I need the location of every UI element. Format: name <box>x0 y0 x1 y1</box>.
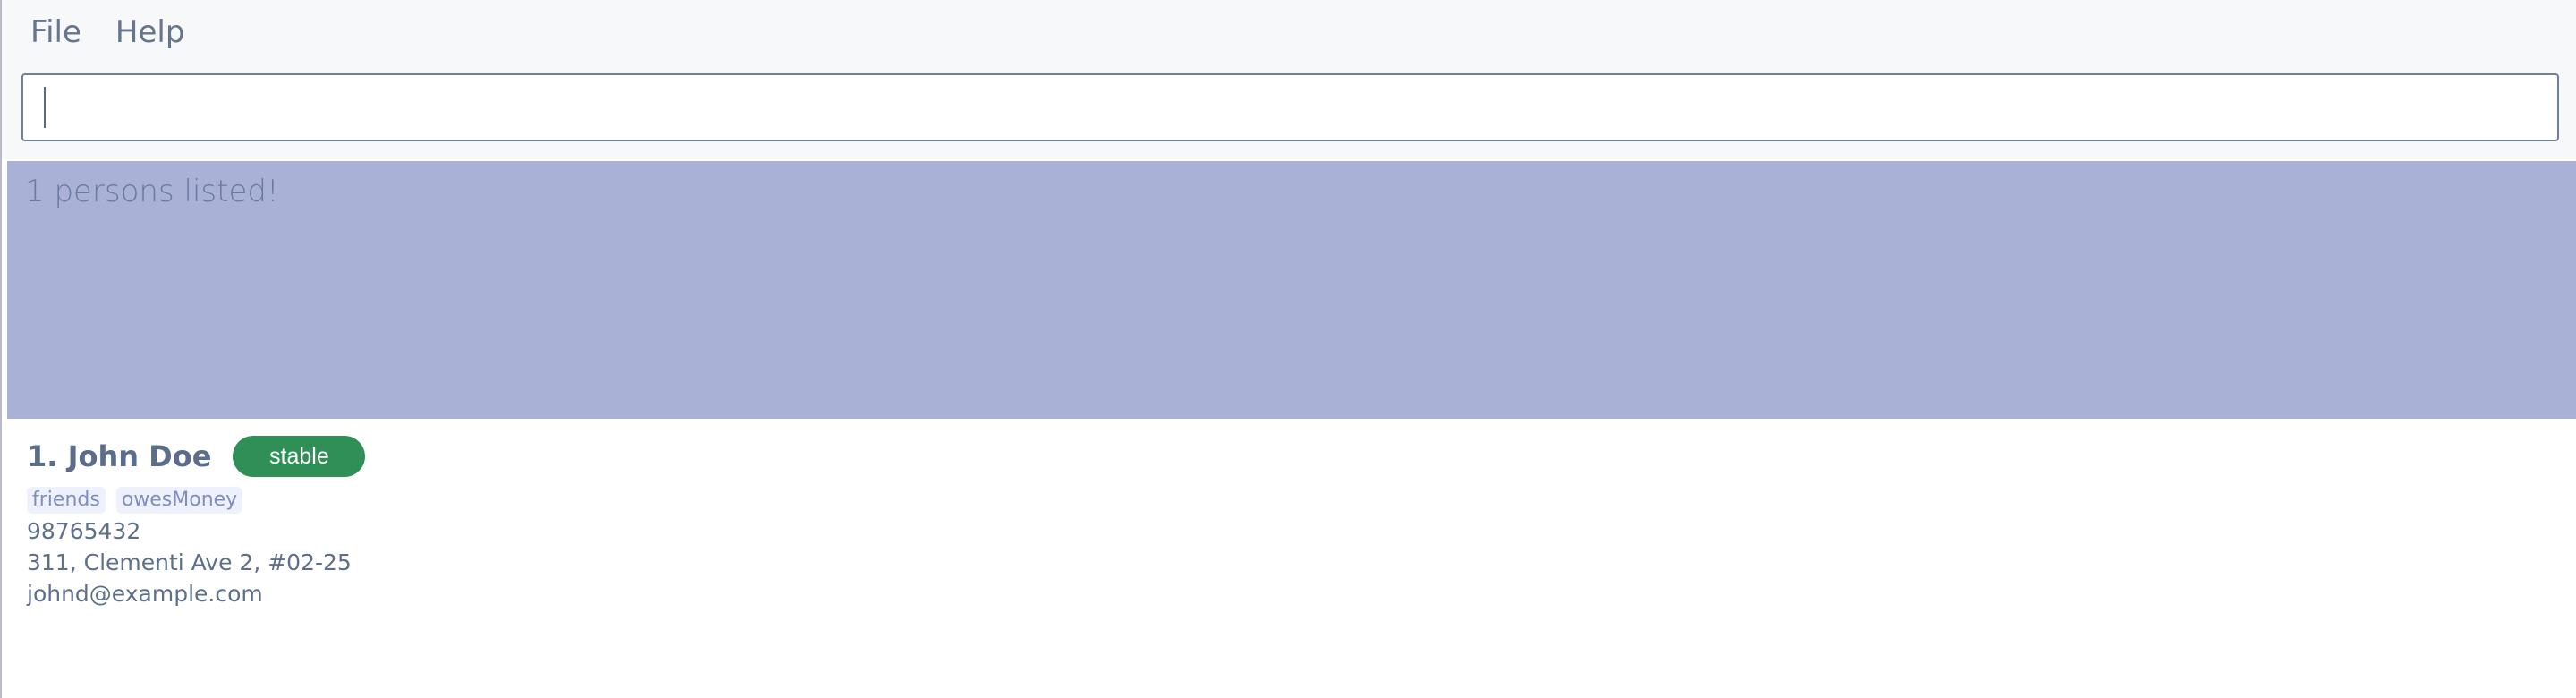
tag-owesmoney: owesMoney <box>115 487 243 515</box>
status-badge: stable <box>233 436 366 477</box>
person-card[interactable]: 1. John Doe stable friends owesMoney 987… <box>27 431 1101 608</box>
command-area <box>2 64 2576 159</box>
menu-file[interactable]: File <box>30 17 81 47</box>
tag-friends: friends <box>27 487 106 515</box>
command-input[interactable] <box>21 73 2559 141</box>
person-address: 311, Clementi Ave 2, #02-25 <box>27 549 352 576</box>
text-caret-icon <box>44 87 46 128</box>
result-message: 1 persons listed! <box>25 174 279 209</box>
person-name: 1. John Doe <box>27 439 212 473</box>
result-display: 1 persons listed! <box>7 161 2576 419</box>
menu-help[interactable]: Help <box>115 17 185 47</box>
person-phone: 98765432 <box>27 518 141 545</box>
person-email: johnd@example.com <box>27 580 263 607</box>
person-header: 1. John Doe stable <box>27 431 1101 481</box>
app-window: File Help 1 persons listed! 1. John Doe … <box>0 0 2576 698</box>
tag-list: friends owesMoney <box>27 487 1101 515</box>
menu-bar: File Help <box>2 0 2576 64</box>
